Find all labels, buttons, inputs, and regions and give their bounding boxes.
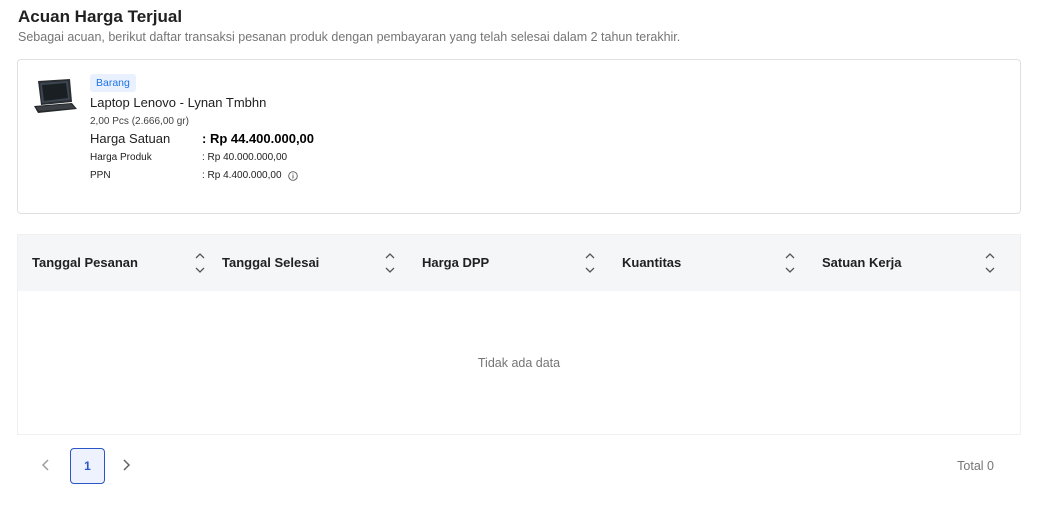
column-label: Tanggal Selesai	[222, 255, 320, 270]
product-price-row: Harga Produk : Rp 40.000.000,00	[90, 152, 287, 163]
product-quantity: 2,00 Pcs (2.666,00 gr)	[90, 116, 189, 127]
column-header-quantity[interactable]: Kuantitas	[608, 235, 808, 291]
column-label: Satuan Kerja	[822, 255, 902, 270]
empty-state-text: Tidak ada data	[477, 356, 561, 370]
page-subtitle: Sebagai acuan, berikut daftar transaksi …	[18, 30, 681, 44]
column-label: Tanggal Pesanan	[32, 255, 138, 270]
unit-price-value: : Rp 44.400.000,00	[202, 131, 315, 146]
product-type-badge: Barang	[90, 74, 136, 92]
tax-value: : Rp 4.400.000,00	[202, 170, 282, 181]
info-icon[interactable]	[287, 170, 298, 181]
sort-icon[interactable]	[584, 250, 596, 276]
column-header-completion-date[interactable]: Tanggal Selesai	[208, 235, 408, 291]
reference-table: Tanggal Pesanan Tanggal Selesai Harga DP…	[17, 234, 1021, 435]
column-header-dpp-price[interactable]: Harga DPP	[408, 235, 608, 291]
page-title: Acuan Harga Terjual	[18, 7, 183, 26]
sort-icon[interactable]	[784, 250, 796, 276]
sort-icon[interactable]	[984, 250, 996, 276]
product-price-label: Harga Produk	[90, 152, 152, 163]
chevron-left-icon[interactable]	[38, 457, 54, 473]
product-name: Laptop Lenovo - Lynan Tmbhn	[90, 95, 267, 110]
sort-icon[interactable]	[194, 250, 206, 276]
product-price-value: : Rp 40.000.000,00	[202, 152, 288, 163]
column-label: Kuantitas	[622, 255, 682, 270]
sort-icon[interactable]	[384, 250, 396, 276]
unit-price-label: Harga Satuan	[90, 131, 171, 146]
page-button-current[interactable]: 1	[70, 448, 105, 484]
product-card: Barang Laptop Lenovo - Lynan Tmbhn 2,00 …	[17, 59, 1021, 214]
tax-label: PPN	[90, 170, 111, 181]
column-header-order-date[interactable]: Tanggal Pesanan	[18, 235, 218, 291]
pagination: 1 Total 0	[0, 445, 1064, 485]
total-count: Total 0	[957, 459, 994, 473]
table-header: Tanggal Pesanan Tanggal Selesai Harga DP…	[18, 235, 1020, 291]
column-header-work-unit[interactable]: Satuan Kerja	[808, 235, 1008, 291]
column-label: Harga DPP	[422, 255, 490, 270]
unit-price-row: Harga Satuan : Rp 44.400.000,00	[90, 131, 314, 146]
laptop-image	[34, 79, 77, 113]
tax-row: PPN : Rp 4.400.000,00	[90, 170, 298, 181]
chevron-right-icon[interactable]	[118, 457, 134, 473]
table-body-empty: Tidak ada data	[18, 291, 1020, 436]
